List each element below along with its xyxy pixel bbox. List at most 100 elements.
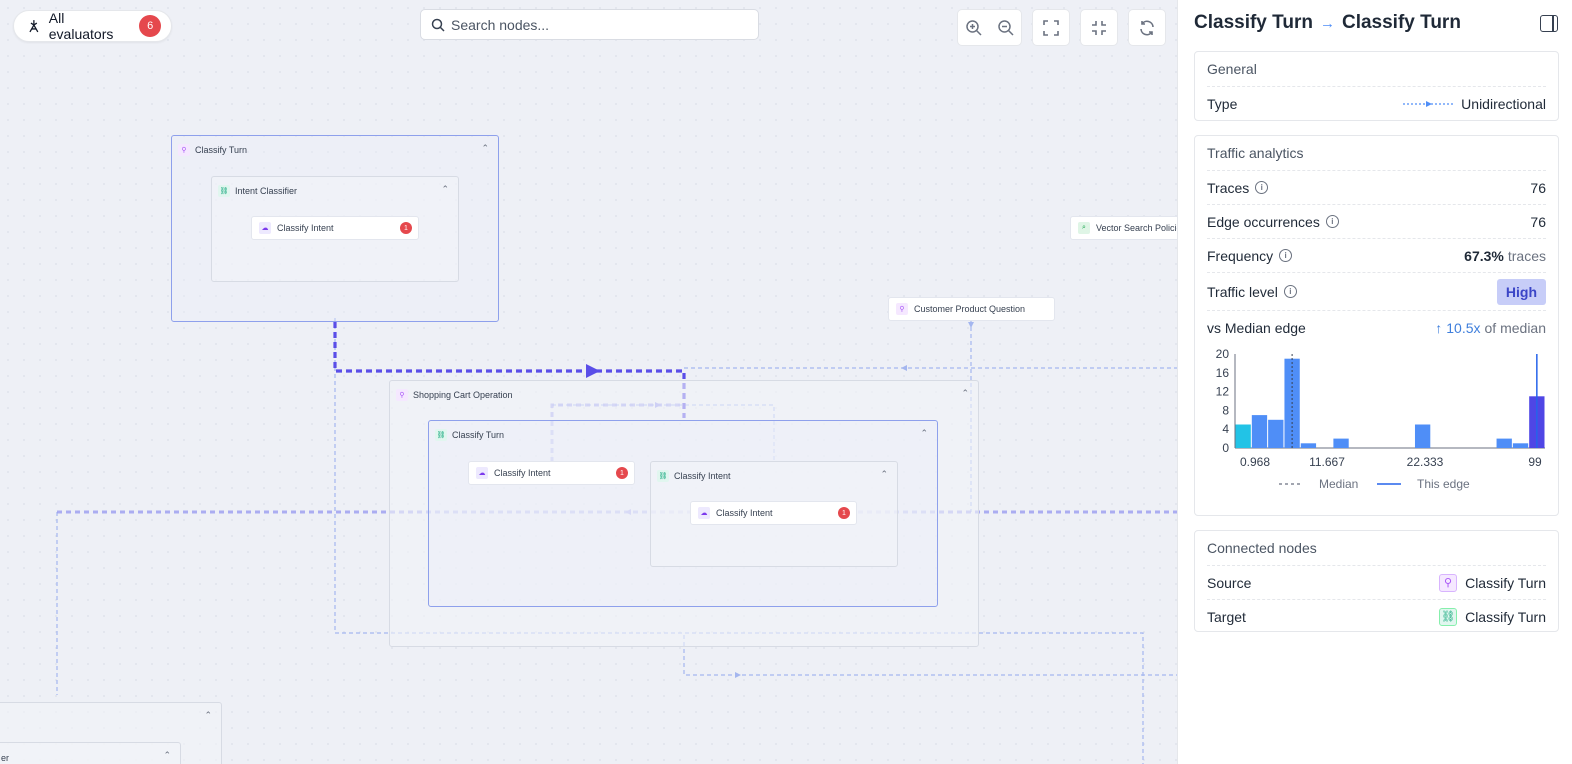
connected-nodes-card: Connected nodes Source ⚲ Classify Turn T… — [1194, 530, 1559, 632]
traffic-level-label: Traffic level — [1207, 283, 1278, 300]
refresh-button[interactable] — [1134, 15, 1160, 41]
graph-canvas[interactable]: ⚲ Classify Turn ⌃ ⛓ Intent Classifier ⌃ … — [0, 0, 1177, 764]
group-header: ⚲ Classify Turn — [178, 144, 247, 156]
info-icon[interactable]: i — [1255, 181, 1269, 194]
sidebar-toggle-icon[interactable] — [1540, 15, 1558, 32]
source-label: Source — [1207, 574, 1252, 591]
group-header: ⛓ Classify Turn — [435, 429, 504, 441]
collapse-icon[interactable]: ⌃ — [920, 428, 928, 438]
node-classify-intent[interactable]: ☁ Classify Intent 1 — [251, 216, 419, 240]
zoom-out-button[interactable] — [993, 15, 1019, 41]
target-value[interactable]: Classify Turn — [1465, 609, 1546, 625]
info-icon[interactable]: i — [1279, 249, 1293, 262]
error-badge: 1 — [616, 467, 628, 479]
node-vector-search[interactable]: ⌕ Vector Search Policie — [1070, 216, 1177, 240]
group-partial-inner[interactable]: er ⌃ — [0, 742, 181, 764]
frequency-row: Frequency i 67.3% traces — [1207, 238, 1546, 272]
zoom-in-button[interactable] — [961, 15, 987, 41]
expand-icon — [1043, 19, 1059, 36]
agent-icon: ⚲ — [178, 144, 190, 156]
refresh-control — [1128, 9, 1166, 46]
collapse-icon[interactable]: ⌃ — [204, 710, 212, 720]
collapse-icon[interactable]: ⌃ — [163, 750, 171, 760]
edge-arrow — [968, 322, 974, 328]
chain-icon: ⛓ — [218, 185, 230, 197]
median-value: 10.5x — [1446, 319, 1481, 336]
frequency-value: 67.3% — [1464, 247, 1504, 264]
zoom-out-icon — [997, 19, 1014, 36]
collapse-icon[interactable]: ⌃ — [481, 143, 489, 153]
search-icon — [431, 18, 445, 32]
card-title: Connected nodes — [1207, 540, 1317, 556]
y-tick-label: 8 — [1222, 403, 1229, 417]
frequency-unit: traces — [1507, 247, 1546, 264]
chain-icon: ⛓ — [1439, 607, 1458, 626]
collapse-icon[interactable]: ⌃ — [441, 184, 449, 194]
edge-details-panel: Classify Turn → Classify Turn General Ty… — [1177, 0, 1572, 764]
agent-icon: ⚲ — [1439, 573, 1458, 592]
info-icon[interactable]: i — [1325, 215, 1339, 228]
y-tick-label: 20 — [1216, 347, 1230, 361]
node-classify-intent[interactable]: ☁ Classify Intent 1 — [468, 461, 635, 485]
info-icon[interactable]: i — [1283, 285, 1297, 298]
collapse-icon[interactable]: ⌃ — [880, 469, 888, 479]
x-tick-label: 0.968 — [1240, 455, 1270, 469]
node-customer-product-question[interactable]: ⚲ Customer Product Question — [888, 297, 1055, 321]
node-label: Classify Intent — [494, 468, 551, 478]
type-label: Type — [1207, 95, 1238, 112]
search-input[interactable] — [451, 16, 741, 33]
shrink-icon — [1092, 20, 1106, 35]
x-tick-label: 22.333 — [1407, 455, 1444, 469]
type-row: Type Unidirectional — [1207, 86, 1546, 120]
frequency-label: Frequency — [1207, 247, 1274, 264]
refresh-icon — [1140, 20, 1154, 35]
fit-view-button[interactable] — [1038, 15, 1064, 41]
panel-title: Classify Turn → Classify Turn — [1194, 12, 1461, 34]
arrow-up-icon: ↑ — [1435, 319, 1443, 336]
histogram-bar — [1496, 438, 1512, 448]
edge-occurrences-row: Edge occurrences i 76 — [1207, 204, 1546, 238]
y-tick-label: 16 — [1216, 366, 1230, 380]
collapse-view-control — [1080, 9, 1118, 46]
edge-arrow — [901, 365, 907, 371]
occurrences-value: 76 — [1530, 213, 1546, 230]
source-value[interactable]: Classify Turn — [1465, 575, 1546, 591]
histogram-bar — [1333, 438, 1349, 448]
search-box[interactable] — [420, 9, 759, 40]
retriever-icon: ⌕ — [1078, 222, 1090, 234]
node-label: Vector Search Policie — [1096, 223, 1177, 233]
histogram-bar — [1268, 419, 1284, 448]
general-card: General Type Unidirectional — [1194, 51, 1559, 121]
agent-icon: ⚲ — [396, 389, 408, 401]
all-evaluators-button[interactable]: All evaluators 6 — [13, 10, 172, 42]
histogram-bar — [1300, 443, 1317, 448]
chain-icon: ⛓ — [657, 470, 669, 482]
histogram-bar — [1235, 424, 1251, 448]
traces-row: Traces i 76 — [1207, 170, 1546, 204]
card-title: General — [1207, 61, 1257, 77]
chain-icon: ⛓ — [435, 429, 447, 441]
median-label: vs Median edge — [1207, 319, 1306, 336]
evaluators-label: All evaluators — [48, 10, 114, 42]
agent-icon: ⚲ — [896, 303, 908, 315]
zoom-in-icon — [965, 19, 982, 36]
collapse-icon[interactable]: ⌃ — [961, 388, 969, 398]
group-label: Classify Turn — [195, 145, 248, 155]
group-header: ⚲ Shopping Cart Operation — [396, 389, 513, 401]
median-row: vs Median edge ↑ 10.5x of median — [1207, 310, 1546, 344]
node-label: Customer Product Question — [914, 304, 1026, 314]
fit-view-control — [1032, 9, 1070, 46]
group-header: ⛓ Classify Intent — [657, 470, 731, 482]
x-tick-label: 11.667 — [1309, 455, 1345, 469]
collapse-all-button[interactable] — [1086, 15, 1112, 41]
histogram-bar — [1251, 415, 1268, 448]
zoom-controls — [957, 9, 1022, 46]
group-label: Intent Classifier — [235, 186, 298, 196]
unidirectional-edge-icon — [1403, 100, 1456, 107]
node-classify-intent[interactable]: ☁ Classify Intent 1 — [690, 501, 857, 525]
type-value: Unidirectional — [1461, 95, 1546, 112]
traffic-level-badge: High — [1496, 278, 1546, 305]
y-tick-label: 4 — [1222, 422, 1229, 436]
llm-icon: ☁ — [259, 222, 271, 234]
group-header: ⛓ Intent Classifier — [218, 185, 297, 197]
